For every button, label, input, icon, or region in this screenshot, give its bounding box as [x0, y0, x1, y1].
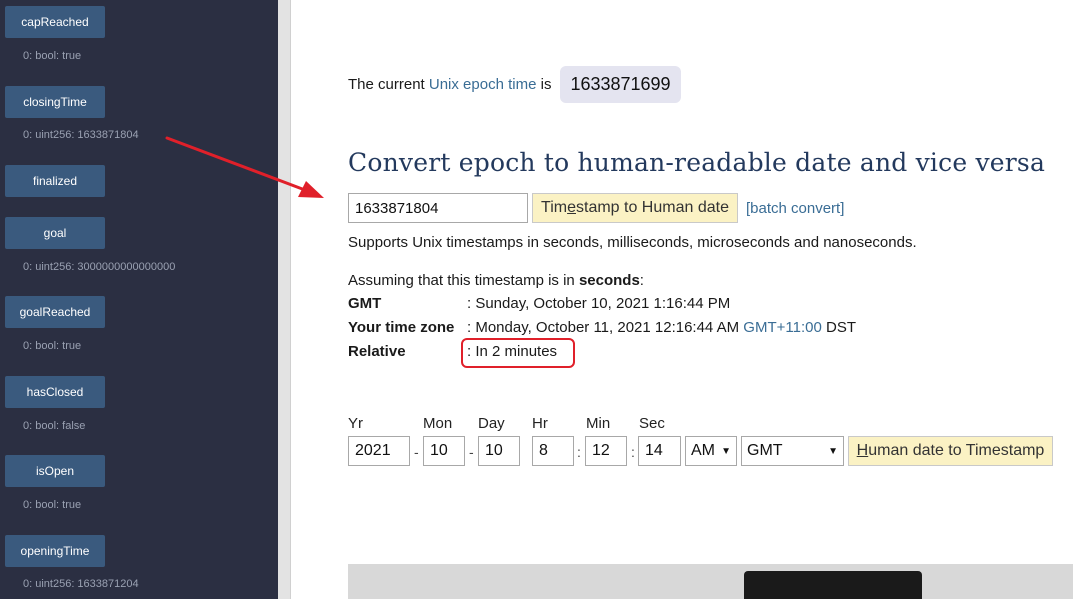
batch-convert-link[interactable]: [batch convert] [746, 200, 844, 217]
sidebar-scroll-edge [278, 0, 291, 599]
epoch-suffix: is [540, 76, 552, 93]
fn-button-hasClosed[interactable]: hasClosed [5, 376, 105, 408]
month-input[interactable] [423, 436, 465, 466]
hour-input[interactable] [532, 436, 574, 466]
year-label: Yr [348, 415, 363, 432]
current-epoch-line: The current Unix epoch time is 163387169… [348, 66, 681, 103]
fn-output-isOpen: 0: bool: true [23, 499, 82, 511]
function-sidebar: capReached 0: bool: true closingTime 0: … [0, 0, 278, 599]
date-separator: - [414, 444, 419, 460]
fn-output-openingTime: 0: uint256: 1633871204 [23, 578, 139, 590]
assume-prefix: Assuming that this timestamp is in [348, 272, 575, 289]
timezone-value: : Monday, October 11, 2021 12:16:44 AM G… [467, 319, 856, 336]
minute-input[interactable] [585, 436, 627, 466]
ts-btn-text-a: Tim [541, 199, 568, 216]
fn-button-goalReached[interactable]: goalReached [5, 296, 105, 328]
ts-btn-text-b: stamp to Human date [576, 199, 729, 216]
fn-button-finalized[interactable]: finalized [5, 165, 105, 197]
supports-text: Supports Unix timestamps in seconds, mil… [348, 234, 917, 251]
date-separator: - [469, 444, 474, 460]
fn-button-capReached[interactable]: capReached [5, 6, 105, 38]
page-title: Convert epoch to human-readable date and… [348, 148, 1046, 177]
caret-down-icon: ▼ [721, 445, 731, 457]
minute-label: Min [586, 415, 611, 432]
fn-output-goalReached: 0: bool: true [23, 340, 82, 352]
timezone-offset-link[interactable]: GMT+11:00 [743, 319, 822, 336]
video-thumbnail[interactable] [744, 571, 922, 599]
fn-output-goal: 0: uint256: 3000000000000000 [23, 261, 176, 273]
timezone-dst: DST [825, 319, 856, 336]
ampm-value: AM [691, 442, 715, 459]
media-area [348, 564, 1073, 599]
current-epoch-badge: 1633871699 [560, 66, 681, 103]
day-input[interactable] [478, 436, 520, 466]
unix-epoch-link[interactable]: Unix epoch time [429, 76, 537, 93]
month-label: Mon [423, 415, 453, 432]
relative-label: Relative [348, 343, 406, 360]
day-label: Day [478, 415, 505, 432]
human-to-timestamp-button[interactable]: Human date to Timestamp [848, 436, 1053, 466]
timestamp-to-human-button[interactable]: Tim e stamp to Human date [532, 193, 738, 223]
fn-button-closingTime[interactable]: closingTime [5, 86, 105, 118]
year-input[interactable] [348, 436, 410, 466]
ampm-select[interactable]: AM ▼ [685, 436, 737, 466]
epoch-prefix: The current [348, 76, 425, 93]
time-separator: : [577, 444, 581, 460]
h2ts-accesskey: H [856, 442, 869, 459]
timestamp-input[interactable] [348, 193, 528, 223]
timezone-select-value: GMT [747, 442, 783, 459]
gmt-label: GMT [348, 295, 382, 312]
second-input[interactable] [638, 436, 681, 466]
fn-button-openingTime[interactable]: openingTime [5, 535, 105, 567]
relative-highlight-box [461, 338, 575, 368]
time-separator: : [631, 444, 635, 460]
fn-button-isOpen[interactable]: isOpen [5, 455, 105, 487]
timezone-label: Your time zone [348, 319, 455, 336]
fn-button-goal[interactable]: goal [5, 217, 105, 249]
assume-suffix: : [639, 272, 644, 289]
fn-output-closingTime: 0: uint256: 1633871804 [23, 129, 139, 141]
fn-output-hasClosed: 0: bool: false [23, 420, 86, 432]
hour-label: Hr [532, 415, 548, 432]
h2ts-text: uman date to Timestamp [868, 442, 1045, 459]
second-label: Sec [639, 415, 665, 432]
assume-unit: seconds [578, 272, 640, 289]
ts-btn-accesskey: e [567, 199, 576, 216]
gmt-value: : Sunday, October 10, 2021 1:16:44 PM [467, 295, 731, 312]
fn-output-capReached: 0: bool: true [23, 50, 82, 62]
timezone-select[interactable]: GMT ▼ [741, 436, 844, 466]
timezone-date: : Monday, October 11, 2021 12:16:44 AM [467, 319, 740, 336]
caret-down-icon: ▼ [828, 445, 838, 457]
assumption-text: Assuming that this timestamp is in secon… [348, 272, 644, 289]
